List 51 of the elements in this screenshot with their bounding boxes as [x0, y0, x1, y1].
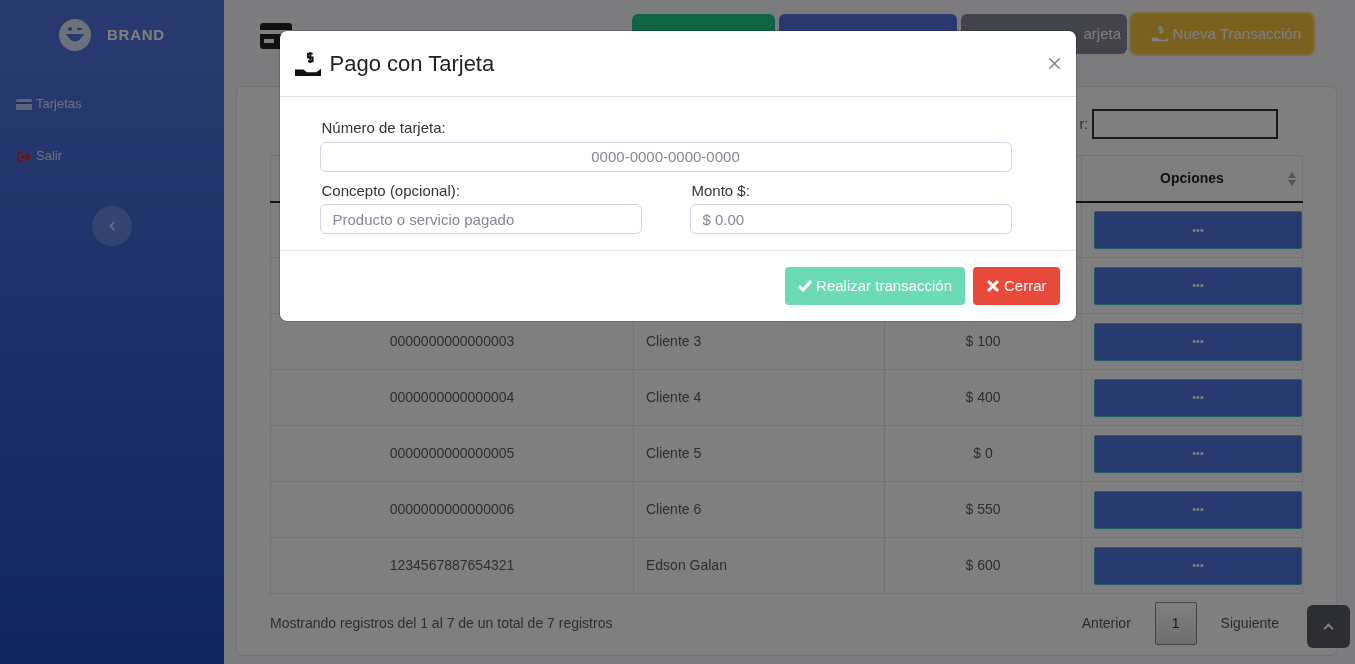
column-header[interactable]: Opciones [1160, 169, 1224, 186]
table-cell: $ 400 [965, 389, 1001, 405]
field-label: Monto $: [691, 180, 751, 201]
table-info: Mostrando registros del 1 al 7 de un total de 7 registros [270, 614, 613, 633]
table-cell: $ 550 [965, 501, 1001, 517]
options-button[interactable]: ••• [1094, 322, 1302, 361]
smiley-icon [59, 19, 92, 51]
table-cell: $ 0 [973, 445, 993, 461]
exit-icon [16, 149, 32, 163]
table-cell: 0000000000000005 [389, 445, 515, 461]
modal-title: Pago con Tarjeta [329, 50, 495, 78]
sidebar-link[interactable]: Salir [0, 130, 224, 182]
check-icon [798, 279, 813, 293]
options-button[interactable]: ••• [1094, 210, 1302, 249]
page-link[interactable]: 1 [1154, 602, 1197, 645]
input-field[interactable]: 0000-0000-0000-0000 [319, 141, 1012, 172]
search-field[interactable] [1092, 109, 1278, 139]
input-field[interactable]: $ 0.00 [689, 204, 1012, 234]
table-cell: Cliente 4 [646, 389, 702, 405]
next-link[interactable]: Siguiente [1220, 613, 1279, 634]
table-cell: $ 600 [965, 557, 1001, 573]
table-cell: $ 100 [965, 333, 1001, 349]
table-cell: Cliente 5 [646, 445, 702, 461]
table-cell: 0000000000000006 [389, 501, 515, 517]
search-label: r: [1079, 114, 1088, 134]
table-cell: Edson Galan [646, 557, 727, 573]
field-label: Número de tarjeta: [321, 118, 447, 138]
field-label: Concepto (opcional): [321, 180, 461, 201]
input-field[interactable]: Producto o servicio pagado [319, 204, 642, 234]
chevron-up-icon [1323, 623, 1334, 630]
scroll-top-button[interactable] [1307, 605, 1350, 648]
table-cell: 0000000000000004 [389, 389, 515, 405]
close-icon [986, 279, 1000, 293]
options-button[interactable]: ••• [1094, 546, 1302, 585]
close-button[interactable]: Cerrar [973, 267, 1060, 305]
sort-icon [1288, 172, 1296, 186]
options-button[interactable]: ••• [1094, 266, 1302, 305]
table-cell: 1234567887654321 [389, 557, 515, 573]
sidebar-link[interactable]: Tarjetas [0, 78, 224, 130]
chevron-left-icon [108, 221, 116, 231]
options-button[interactable]: ••• [1094, 378, 1302, 417]
brand-name: BRAND [107, 24, 165, 45]
hand-coin-icon [293, 50, 322, 77]
table-cell: 0000000000000003 [389, 333, 515, 349]
table-cell: Cliente 6 [646, 501, 702, 517]
header-button[interactable]: Nueva Transacción [1131, 14, 1313, 54]
options-button[interactable]: ••• [1094, 434, 1302, 473]
previous-link[interactable]: Anterior [1081, 613, 1131, 634]
hand-coin-icon [1150, 25, 1169, 43]
table-cell: Cliente 3 [646, 333, 702, 349]
options-button[interactable]: ••• [1094, 490, 1302, 529]
